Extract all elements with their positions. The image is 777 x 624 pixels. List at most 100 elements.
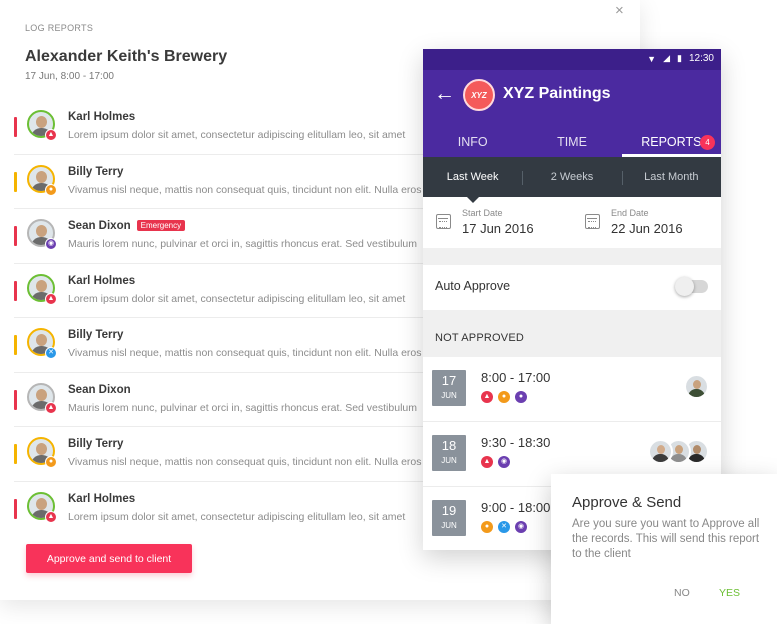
toggle-knob <box>675 277 694 296</box>
calendar-icon <box>585 214 600 229</box>
avatar-face <box>36 116 47 128</box>
page-subtitle: 17 Jun, 8:00 - 17:00 <box>25 71 114 82</box>
section-title: NOT APPROVED <box>435 332 524 344</box>
avatar-body <box>652 454 669 462</box>
end-date-field[interactable]: End Date 22 Jun 2016 <box>572 197 721 248</box>
notification-badge: 4 <box>699 135 715 150</box>
record-date-badge: 18 JUN <box>432 435 466 471</box>
log-entry-list: ▲ Karl Holmes Lorem ipsum dolor sit amet, … <box>14 100 424 536</box>
record-status-icons: ▲ ● ● <box>481 391 527 403</box>
target-icon: ◉ <box>515 521 527 533</box>
warning-icon: ▲ <box>45 292 57 305</box>
avatar-face <box>693 380 701 389</box>
range-selector: Last Week 2 Weeks Last Month <box>423 157 721 203</box>
start-date-label: Start Date <box>462 208 503 218</box>
log-entry[interactable]: ✕ Billy Terry Vivamus nisl neque, mattis n… <box>14 318 424 373</box>
avatar-face <box>36 170 47 183</box>
warning-icon: ▲ <box>45 401 57 414</box>
entry-name: Karl Holmes <box>68 275 135 287</box>
entry-name: Karl Holmes <box>68 493 135 505</box>
log-entry[interactable]: ◉ Sean Dixon Emergency Mauris lorem nunc, p… <box>14 209 424 264</box>
tab-label: INFO <box>457 135 488 149</box>
record-day: 17 <box>441 373 457 388</box>
signal-icon: ◢ <box>663 53 671 63</box>
company-logo: XYZ <box>463 79 495 111</box>
entry-name: Karl Holmes <box>68 111 135 123</box>
tab-time[interactable]: TIME <box>522 128 621 157</box>
record-time: 9:30 - 18:30 <box>481 435 551 450</box>
entry-description: Mauris lorem nunc, pulvinar et orci in, … <box>68 238 417 250</box>
dialog-title: Approve & Send <box>572 494 682 511</box>
entry-name: Billy Terry <box>68 166 123 178</box>
start-date-value: 17 Jun 2016 <box>462 221 534 236</box>
entry-description: Vivamus nisl neque, mattis non consequat… <box>68 347 422 359</box>
dialog-no-button[interactable]: NO <box>674 587 690 599</box>
auto-approve-row: Auto Approve <box>423 265 721 310</box>
range-option[interactable]: Last Week <box>423 171 522 183</box>
avatar-body <box>670 454 687 462</box>
entry-name-text: Karl Holmes <box>68 492 136 505</box>
panel-label: LOG REPORTS <box>25 23 94 33</box>
entry-description: Vivamus nisl neque, mattis non consequat… <box>68 456 422 468</box>
entry-name-text: Karl Holmes <box>68 111 136 123</box>
avatar-face <box>693 445 701 454</box>
entry-name-text: Sean Dixon <box>68 220 131 232</box>
target-icon: ◉ <box>45 238 57 250</box>
range-option[interactable]: Last Month <box>621 171 721 185</box>
entry-name-text: Billy Terry <box>68 165 124 178</box>
entry-name: Billy Terry <box>68 438 123 450</box>
dialog-message: Are you sure you want to Approve all the… <box>572 518 760 560</box>
record-avatars <box>684 374 709 399</box>
avatar-face <box>657 445 665 454</box>
status-bar-indicator <box>14 226 17 246</box>
avatar-face <box>36 497 47 510</box>
tab-reports[interactable]: REPORTS 4 <box>621 128 721 157</box>
auto-approve-toggle[interactable] <box>675 277 708 296</box>
entry-name: Billy Terry <box>68 329 123 341</box>
range-option[interactable]: 2 Weeks <box>522 171 621 185</box>
close-icon[interactable]: × <box>615 2 624 19</box>
date-range: Start Date 17 Jun 2016 End Date 22 Jun 2… <box>423 197 721 248</box>
entry-name-text: Billy Terry <box>68 329 124 341</box>
record-row[interactable]: 17 JUN 8:00 - 17:00 ▲ ● ● <box>423 357 721 422</box>
person-icon: ● <box>498 391 510 403</box>
dialog-yes-button[interactable]: YES <box>719 587 740 599</box>
tools-icon: ✕ <box>45 347 57 359</box>
status-time: 12:30 <box>688 53 714 64</box>
entry-description: Lorem ipsum dolor sit amet, consectetur … <box>68 129 406 141</box>
tools-icon: ✕ <box>498 521 510 533</box>
entry-name-text: Karl Holmes <box>68 274 136 287</box>
wifi-icon: ▼ <box>647 53 657 64</box>
record-time: 8:00 - 17:00 <box>481 370 551 385</box>
worker-icon: ● <box>515 391 527 403</box>
approve-send-button[interactable]: Approve and send to client <box>26 544 192 573</box>
avatar-face <box>36 279 47 292</box>
log-entry[interactable]: ● Billy Terry Vivamus nisl neque, mattis n… <box>14 427 424 482</box>
approve-dialog: Approve & Send Are you sure you want to … <box>551 474 777 624</box>
entry-name: Sean Dixon Emergency <box>68 220 186 232</box>
log-entry[interactable]: ▲ Karl Holmes Lorem ipsum dolor sit amet, … <box>14 264 424 318</box>
log-entry[interactable]: ▲ Karl Holmes Lorem ipsum dolor sit amet, … <box>14 482 424 537</box>
status-bar: ▼ ◢ ▮ 12:30 <box>423 49 721 70</box>
status-bar-indicator <box>14 117 17 137</box>
avatar-body <box>688 454 705 462</box>
warning-icon: ▲ <box>481 456 493 468</box>
avatar-face <box>36 334 47 346</box>
page-title: Alexander Keith's Brewery <box>25 48 228 65</box>
start-date-field[interactable]: Start Date 17 Jun 2016 <box>423 197 572 248</box>
person-icon: ● <box>481 521 493 533</box>
tab-label: REPORTS <box>641 135 702 149</box>
tab-info[interactable]: INFO <box>423 128 522 157</box>
log-entry[interactable]: ▲ Sean Dixon Mauris lorem nunc, pulvinar e… <box>14 373 424 427</box>
record-day: 18 <box>441 438 457 453</box>
avatar <box>684 374 709 399</box>
person-icon: ● <box>45 456 57 468</box>
entry-description: Mauris lorem nunc, pulvinar et orci in, … <box>68 401 417 414</box>
log-entry[interactable]: ● Billy Terry Vivamus nisl neque, mattis n… <box>14 155 424 209</box>
record-day: 19 <box>441 503 457 518</box>
back-arrow-icon[interactable]: ← <box>434 82 455 106</box>
entry-description: Lorem ipsum dolor sit amet, consectetur … <box>68 292 406 305</box>
log-entry[interactable]: ▲ Karl Holmes Lorem ipsum dolor sit amet, … <box>14 100 424 155</box>
avatar-face <box>36 225 47 237</box>
record-month: JUN <box>441 391 457 400</box>
